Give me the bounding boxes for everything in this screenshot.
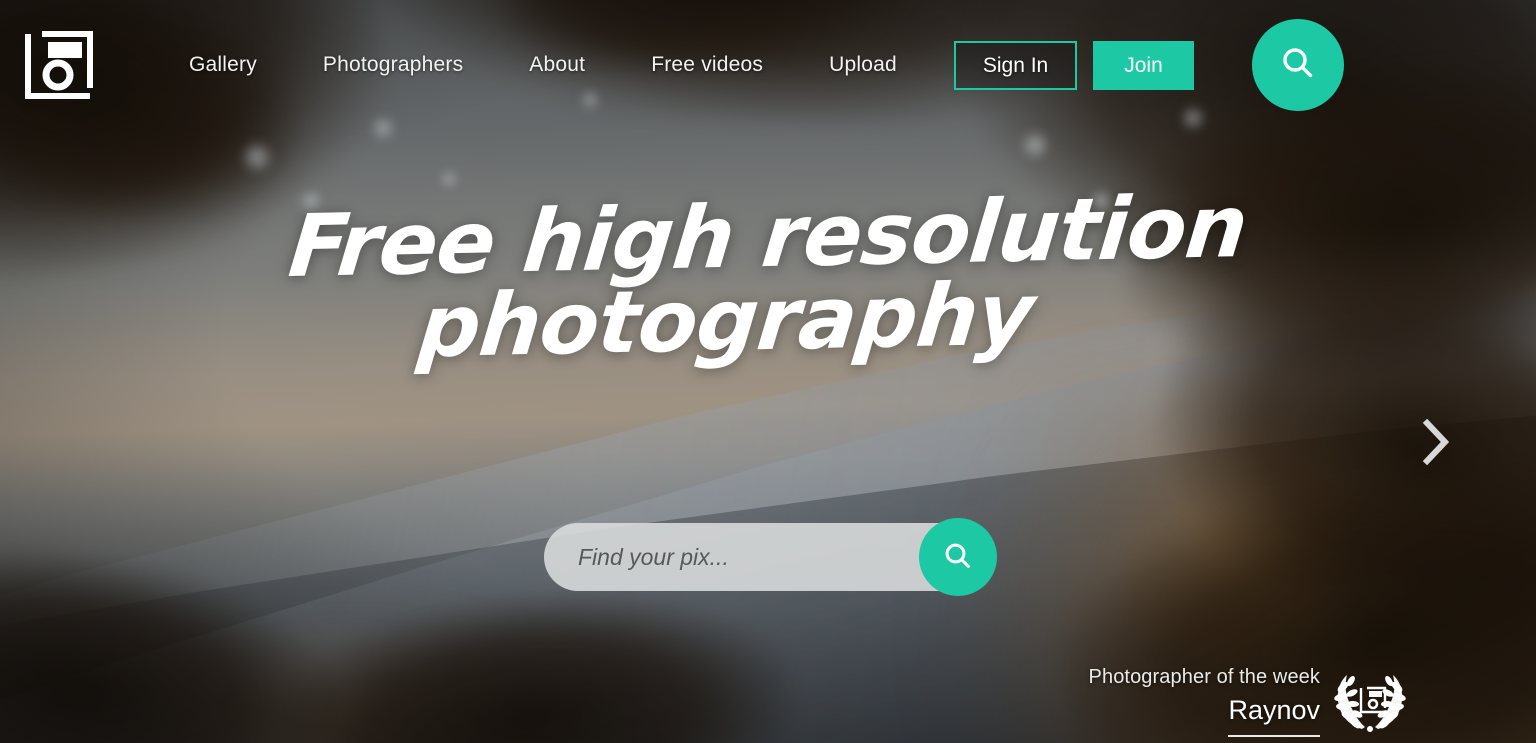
page-root: Gallery Photographers About Free videos … xyxy=(0,0,1536,743)
sign-in-button[interactable]: Sign In xyxy=(953,40,1078,90)
join-button[interactable]: Join xyxy=(1093,40,1194,90)
search-submit-button[interactable] xyxy=(919,518,997,596)
auth-buttons: Sign In Join xyxy=(953,40,1194,90)
nav-item-about[interactable]: About xyxy=(496,45,618,85)
header-search-button[interactable] xyxy=(1251,19,1344,111)
nav-item-photographers[interactable]: Photographers xyxy=(290,45,496,85)
photographer-of-the-week: Photographer of the week Raynov xyxy=(1089,666,1408,737)
chevron-right-icon xyxy=(1419,417,1453,472)
photographer-of-the-week-text: Photographer of the week Raynov xyxy=(1089,666,1320,737)
camera-logo-icon[interactable] xyxy=(22,28,96,102)
search-icon xyxy=(941,539,975,576)
main-navigation: Gallery Photographers About Free videos … xyxy=(156,45,930,85)
search-icon xyxy=(1278,43,1318,88)
photographer-of-the-week-name[interactable]: Raynov xyxy=(1228,695,1320,737)
nav-item-upload[interactable]: Upload xyxy=(796,45,930,85)
nav-item-free-videos[interactable]: Free videos xyxy=(618,45,796,85)
site-header: Gallery Photographers About Free videos … xyxy=(0,0,1536,130)
laurel-wreath-award-icon xyxy=(1332,669,1408,735)
search-input[interactable] xyxy=(544,543,919,571)
nav-item-gallery[interactable]: Gallery xyxy=(156,45,290,85)
photographer-of-the-week-label: Photographer of the week xyxy=(1088,666,1320,688)
hero-search-bar xyxy=(544,518,997,596)
carousel-next-button[interactable] xyxy=(1410,418,1462,470)
